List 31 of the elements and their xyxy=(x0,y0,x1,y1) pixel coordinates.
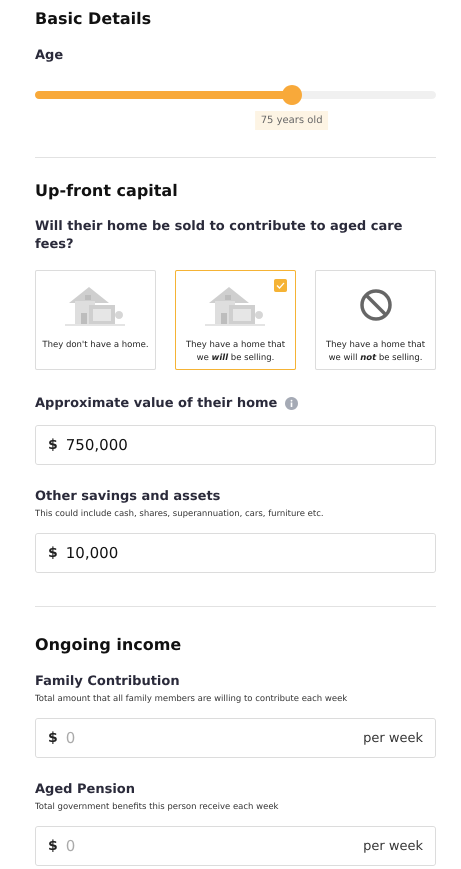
slider-thumb[interactable] xyxy=(282,85,302,105)
field-label: Approximate value of their home xyxy=(35,396,278,412)
age-reading: 75 years old xyxy=(254,111,329,130)
currency-symbol: $ xyxy=(48,838,58,854)
option-card[interactable]: They don't have a home. xyxy=(35,270,156,370)
section-title: Ongoing income xyxy=(35,635,182,654)
prohibited-icon xyxy=(358,288,392,322)
field-label: Family Contribution xyxy=(35,674,180,690)
currency-symbol: $ xyxy=(48,545,58,562)
unit-label: per week xyxy=(363,730,423,746)
section-title: Up-front capital xyxy=(35,181,179,200)
info-icon[interactable] xyxy=(285,397,298,410)
option-card[interactable]: They have a home that we will be selling. xyxy=(175,270,296,370)
currency-symbol: $ xyxy=(48,437,58,454)
amount-field[interactable]: $ 10,000 xyxy=(35,533,436,574)
field-hint: Total amount that all family members are willing to contribute each week xyxy=(35,694,348,704)
amount-field[interactable]: $ 750,000 xyxy=(35,425,436,466)
amount-field[interactable]: $ 0 per week xyxy=(35,826,436,866)
amount-field[interactable]: $ 0 per week xyxy=(35,718,436,758)
field-label: Other savings and assets xyxy=(35,489,220,504)
field-label: Age xyxy=(35,48,64,63)
currency-symbol: $ xyxy=(48,730,58,746)
field-hint: Total government benefits this person receive each week xyxy=(35,802,280,812)
field-label: Aged Pension xyxy=(35,782,135,798)
check-icon xyxy=(274,279,287,292)
age-slider[interactable] xyxy=(35,85,436,105)
question-label: Will their home be sold to contribute to aged care fees? xyxy=(35,218,404,254)
section-title: Basic Details xyxy=(35,9,152,28)
field-hint: This could include cash, shares, superannuation, cars, furniture etc. xyxy=(35,509,325,520)
unit-label: per week xyxy=(363,838,423,854)
option-card[interactable]: They have a home that we will not be selling. xyxy=(315,270,436,370)
